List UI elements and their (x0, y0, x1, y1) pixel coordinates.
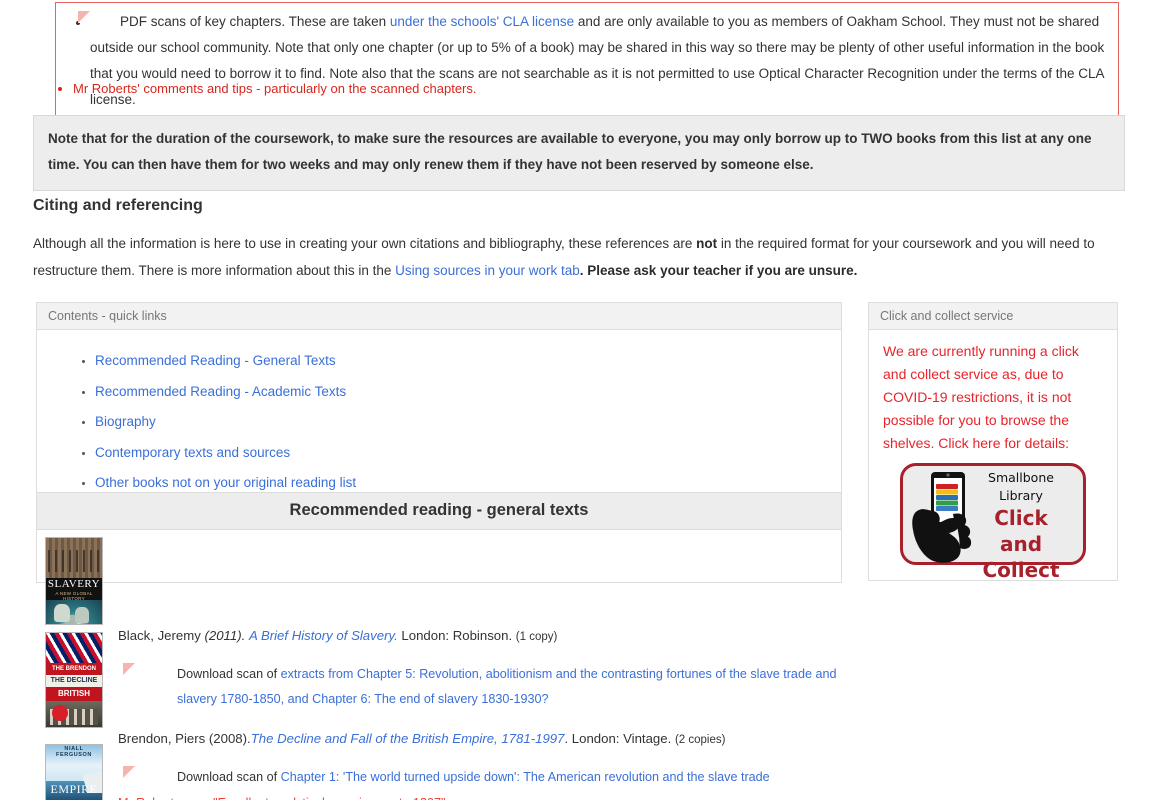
list-item[interactable]: Recommended Reading - Academic Texts (95, 383, 829, 401)
borrowing-note-text: Note that for the duration of the course… (48, 131, 1092, 172)
alert-text-before: PDF scans of key chapters. These are tak… (120, 14, 390, 29)
logo-library-name: Smallbone Library (988, 470, 1054, 503)
cover-title-slavery: SLAVERY (47, 578, 101, 590)
contents-link-contemporary[interactable]: Contemporary texts and sources (95, 445, 290, 460)
cover-line-2: THE DECLINE AND FALL (46, 675, 102, 696)
pdf-icon: PDF (78, 8, 108, 33)
logo-line-collect: Collect (982, 558, 1060, 582)
contents-link-academic-texts[interactable]: Recommended Reading - Academic Texts (95, 384, 346, 399)
book-cover-image: NIALL FERGUSON EMPIRE (45, 744, 103, 800)
citing-paragraph: Although all the information is here to … (33, 230, 1118, 284)
click-and-collect-panel: Click and collect service We are current… (868, 302, 1118, 582)
click-collect-panel-title: Click and collect service (869, 303, 1117, 330)
contents-link-list: Recommended Reading - General Texts Reco… (49, 352, 829, 492)
contents-link-biography[interactable]: Biography (95, 414, 156, 429)
click-collect-logo-text: Smallbone Library Click and Collect (965, 469, 1077, 583)
click-collect-message: We are currently running a click and col… (883, 343, 1079, 451)
list-item[interactable]: Biography (95, 413, 829, 431)
citing-part1: Although all the information is here to … (33, 236, 697, 251)
citing-bold-ask-teacher: . Please ask your teacher if you are uns… (579, 263, 858, 278)
contents-panel-title: Contents - quick links (37, 303, 841, 330)
contents-panel-body: Recommended Reading - General Texts Reco… (37, 330, 841, 519)
cla-license-link[interactable]: under the schools' CLA license (390, 14, 574, 29)
book-cover-image: SLAVERY A NEW GLOBAL HISTORY (45, 537, 103, 625)
reading-list-page: PDF PDF scans of key chapters. These are… (0, 0, 1161, 800)
book-cover-image: THE BRENDON THE DECLINE AND FALL BRITISH… (45, 632, 103, 728)
recommended-reading-header: Recommended reading - general texts (36, 492, 842, 530)
logo-line-and: and (999, 532, 1043, 556)
click-collect-body: We are currently running a click and col… (869, 330, 1117, 582)
citing-heading: Citing and referencing (33, 197, 203, 214)
using-sources-link[interactable]: Using sources in your work tab (395, 263, 580, 278)
cover-title-empire: EMPIRE (50, 782, 98, 796)
roberts-tips-bullet: Mr Roberts' comments and tips - particul… (55, 80, 855, 98)
roberts-list: Mr Roberts' comments and tips - particul… (55, 80, 855, 98)
list-item[interactable]: Other books not on your original reading… (95, 474, 829, 492)
borrowing-note-box: Note that for the duration of the course… (33, 115, 1125, 191)
cover-author-ferguson: NIALL FERGUSON (56, 746, 92, 758)
contents-link-other-books[interactable]: Other books not on your original reading… (95, 475, 356, 490)
list-item[interactable]: Recommended Reading - General Texts (95, 352, 829, 370)
list-item[interactable]: Contemporary texts and sources (95, 444, 829, 462)
citing-bold-not: not (696, 236, 718, 251)
cover-line-3: BRITISH EMPIRE (46, 687, 102, 712)
roberts-list-item: Mr Roberts' comments and tips - particul… (73, 80, 855, 98)
contents-link-general-texts[interactable]: Recommended Reading - General Texts (95, 353, 336, 368)
pdf-scans-alert: PDF PDF scans of key chapters. These are… (55, 2, 1119, 122)
roberts-comments-link[interactable]: Mr Roberts' comments and tips - particul… (73, 81, 477, 96)
click-and-collect-logo[interactable]: Smallbone Library Click and Collect (900, 463, 1086, 582)
logo-line-click: Click (994, 506, 1048, 530)
book-entry: NIALL FERGUSON EMPIRE Ferguson, Niall (2… (45, 744, 845, 800)
cover-line-1: THE BRENDON (46, 663, 102, 675)
